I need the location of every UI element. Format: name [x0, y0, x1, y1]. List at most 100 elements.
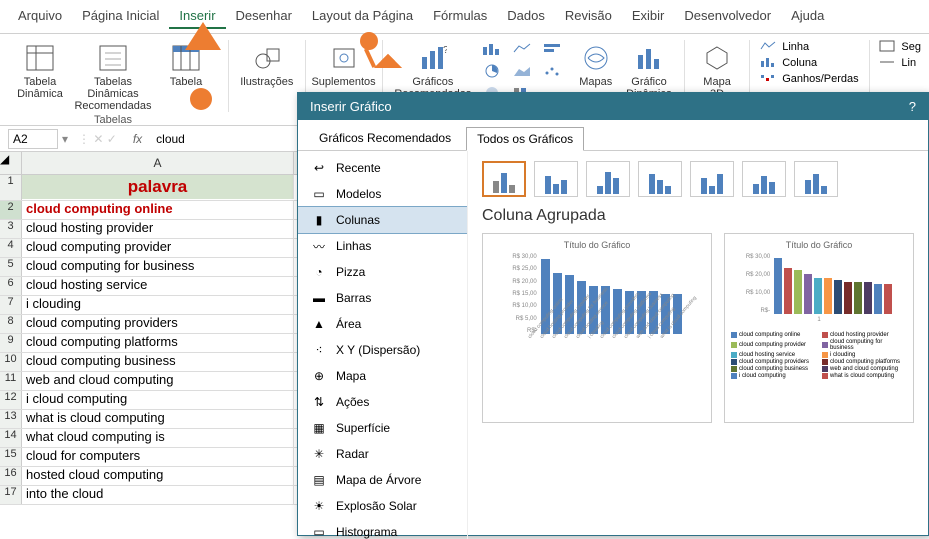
row-header[interactable]: 10 — [0, 353, 22, 371]
dialog-help-icon[interactable]: ? — [909, 99, 916, 114]
cell[interactable]: hosted cloud computing — [22, 467, 294, 485]
cell[interactable]: i cloud computing — [22, 391, 294, 409]
chart-subtype-4[interactable] — [690, 161, 734, 197]
callout-dot-2 — [360, 32, 378, 50]
chart-type-radar[interactable]: ✳Radar — [298, 441, 467, 467]
tab-recommended-charts[interactable]: Gráficos Recomendados — [308, 126, 462, 150]
row-header[interactable]: 9 — [0, 334, 22, 352]
menu-arquivo[interactable]: Arquivo — [8, 4, 72, 29]
illustrations-button[interactable]: Ilustrações — [239, 40, 295, 90]
group-tables-label: Tabelas — [94, 114, 132, 126]
cell[interactable]: i clouding — [22, 296, 294, 314]
cell[interactable]: cloud hosting service — [22, 277, 294, 295]
chart-preview-1[interactable]: Título do Gráfico R$ 30,00R$ 25,00R$ 20,… — [482, 233, 712, 423]
chart-type-mapa-de-rvore[interactable]: ▤Mapa de Árvore — [298, 467, 467, 493]
chart-type-a-es[interactable]: ⇅Ações — [298, 389, 467, 415]
illustrations-label: Ilustrações — [240, 76, 293, 88]
chart-subtype-3[interactable] — [638, 161, 682, 197]
chart-subtype-6[interactable] — [794, 161, 838, 197]
chart-type-icon: ⊕ — [310, 368, 328, 384]
cell[interactable]: cloud computing providers — [22, 315, 294, 333]
table-label: Tabela — [170, 76, 202, 88]
chart-type-recente[interactable]: ↩Recente — [298, 155, 467, 181]
menu-exibir[interactable]: Exibir — [622, 4, 675, 29]
row-header[interactable]: 8 — [0, 315, 22, 333]
dialog-titlebar[interactable]: Inserir Gráfico ? — [298, 93, 928, 120]
chart-type-barras[interactable]: ▬Barras — [298, 285, 467, 311]
tab-all-charts[interactable]: Todos os Gráficos — [466, 127, 584, 151]
row-header[interactable]: 13 — [0, 410, 22, 428]
menu-revisão[interactable]: Revisão — [555, 4, 622, 29]
maps-button[interactable]: Mapas — [573, 40, 618, 90]
chart-subtype-1[interactable] — [534, 161, 578, 197]
row-header[interactable]: 5 — [0, 258, 22, 276]
chart-type-colunas[interactable]: ▮Colunas — [298, 207, 467, 233]
cell[interactable]: cloud computing for business — [22, 258, 294, 276]
menu-página-inicial[interactable]: Página Inicial — [72, 4, 169, 29]
cell[interactable]: cloud computing platforms — [22, 334, 294, 352]
chart-type-x-y-dispers-o-[interactable]: ⁖X Y (Dispersão) — [298, 337, 467, 363]
chart-type-superf-cie[interactable]: ▦Superfície — [298, 415, 467, 441]
row-header[interactable]: 16 — [0, 467, 22, 485]
chart-type-histograma[interactable]: ▭Histograma — [298, 519, 467, 539]
cell[interactable]: cloud computing online — [22, 201, 294, 219]
chart-subtype-0[interactable] — [482, 161, 526, 197]
select-all-corner[interactable]: ◢ — [0, 152, 22, 174]
svg-text:?: ? — [443, 45, 447, 56]
chart-type-linhas[interactable]: 〰Linhas — [298, 233, 467, 259]
addins-label: Suplementos — [311, 76, 375, 88]
row-header[interactable]: 12 — [0, 391, 22, 409]
timeline-button[interactable]: Lin — [879, 56, 921, 70]
cell[interactable]: what cloud computing is — [22, 429, 294, 447]
chart-subtype-5[interactable] — [742, 161, 786, 197]
column-header-a[interactable]: A — [22, 152, 294, 174]
cell[interactable]: into the cloud — [22, 486, 294, 504]
row-header[interactable]: 11 — [0, 372, 22, 390]
chart-type-icon: ▭ — [310, 524, 328, 539]
cell[interactable]: cloud for computers — [22, 448, 294, 466]
callout-dot-1 — [190, 88, 212, 110]
slicer-button[interactable]: Seg — [879, 40, 921, 54]
menu-layout-da-página[interactable]: Layout da Página — [302, 4, 423, 29]
menu-fórmulas[interactable]: Fórmulas — [423, 4, 497, 29]
cell[interactable]: cloud computing provider — [22, 239, 294, 257]
sparkline-winloss-button[interactable]: Ganhos/Perdas — [760, 72, 858, 86]
chart-subtype-2[interactable] — [586, 161, 630, 197]
row-header[interactable]: 1 — [0, 175, 22, 200]
chart-type-explos-o-solar[interactable]: ☀Explosão Solar — [298, 493, 467, 519]
chart-type-pizza[interactable]: ◔Pizza — [298, 259, 467, 285]
namebox-dropdown-icon[interactable]: ▾ — [62, 132, 68, 146]
menu-desenvolvedor[interactable]: Desenvolvedor — [674, 4, 781, 29]
row-header[interactable]: 14 — [0, 429, 22, 447]
cell[interactable]: cloud hosting provider — [22, 220, 294, 238]
sparkline-column-button[interactable]: Coluna — [760, 56, 858, 70]
chart-subtype-title: Coluna Agrupada — [482, 207, 914, 225]
chart-preview-2[interactable]: Título do Gráfico R$ 30,00R$ 20,00R$ 10,… — [724, 233, 914, 423]
row-header[interactable]: 7 — [0, 296, 22, 314]
cell[interactable]: what is cloud computing — [22, 410, 294, 428]
chart-type--rea[interactable]: ▲Área — [298, 311, 467, 337]
pivot-table-icon — [24, 42, 56, 74]
chart-type-mapa[interactable]: ⊕Mapa — [298, 363, 467, 389]
row-header[interactable]: 2 — [0, 201, 22, 219]
fx-icon[interactable]: fx — [127, 132, 148, 146]
menu-ajuda[interactable]: Ajuda — [781, 4, 834, 29]
row-header[interactable]: 3 — [0, 220, 22, 238]
row-header[interactable]: 17 — [0, 486, 22, 504]
menu-desenhar[interactable]: Desenhar — [226, 4, 302, 29]
cell[interactable]: cloud computing business — [22, 353, 294, 371]
recommended-pivot-button[interactable]: Tabelas Dinâmicas Recomendadas — [72, 40, 154, 114]
row-header[interactable]: 15 — [0, 448, 22, 466]
pivot-table-button[interactable]: Tabela Dinâmica — [12, 40, 68, 114]
cell[interactable]: web and cloud computing — [22, 372, 294, 390]
name-box[interactable] — [8, 129, 58, 149]
menu-dados[interactable]: Dados — [497, 4, 555, 29]
sparkline-line-button[interactable]: Linha — [760, 40, 858, 54]
menu-bar: ArquivoPágina InicialInserirDesenharLayo… — [0, 0, 929, 34]
chart-type-icon: ☀ — [310, 498, 328, 514]
row-header[interactable]: 4 — [0, 239, 22, 257]
illustrations-icon — [251, 42, 283, 74]
chart-type-modelos[interactable]: ▭Modelos — [298, 181, 467, 207]
row-header[interactable]: 6 — [0, 277, 22, 295]
header-cell[interactable]: palavra — [22, 175, 294, 199]
